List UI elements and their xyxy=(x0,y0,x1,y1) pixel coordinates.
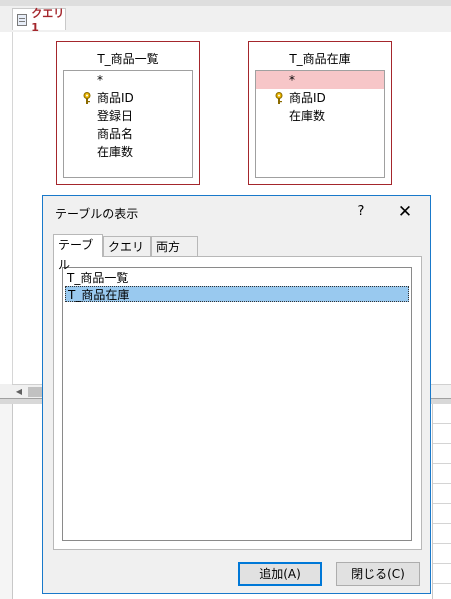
tab-tables[interactable]: テーブル xyxy=(53,234,103,272)
add-button[interactable]: 追加(A) xyxy=(238,562,322,586)
table-title: T_商品一覧 xyxy=(97,52,159,66)
help-button[interactable]: ? xyxy=(350,202,372,222)
scroll-left-arrow-icon[interactable]: ◀ xyxy=(12,385,26,399)
field-list[interactable]: * 商品ID 在庫数 xyxy=(255,70,385,178)
field-item-zaiko-su[interactable]: 在庫数 xyxy=(64,143,192,161)
field-item-all[interactable]: * xyxy=(256,71,384,89)
document-tab-query1[interactable]: クエリ1 xyxy=(12,7,66,34)
dialog-title: テーブルの表示 xyxy=(55,207,139,221)
field-item-shohin-id[interactable]: 商品ID xyxy=(64,89,192,107)
document-tab-bar xyxy=(0,6,451,33)
show-table-dialog: テーブルの表示 ? ✕ テーブル クエリ 両方 T_商品一覧 T_商品在庫 追加… xyxy=(42,195,431,594)
field-item-all[interactable]: * xyxy=(64,71,192,89)
tab-both[interactable]: 両方 xyxy=(151,236,198,256)
list-item[interactable]: T_商品一覧 xyxy=(65,270,409,286)
table-title: T_商品在庫 xyxy=(289,52,351,66)
field-item-shohin-mei[interactable]: 商品名 xyxy=(64,125,192,143)
design-left-margin xyxy=(0,32,13,384)
document-tab-label: クエリ1 xyxy=(31,7,65,34)
table-listbox[interactable]: T_商品一覧 T_商品在庫 xyxy=(62,267,412,541)
close-icon[interactable]: ✕ xyxy=(393,202,417,222)
field-item-shohin-id[interactable]: 商品ID xyxy=(256,89,384,107)
design-grid-column[interactable] xyxy=(432,404,451,599)
field-item-toroku-bi[interactable]: 登録日 xyxy=(64,107,192,125)
primary-key-icon xyxy=(83,92,91,104)
dialog-tabs: テーブル クエリ 両方 xyxy=(53,234,423,272)
close-button[interactable]: 閉じる(C) xyxy=(336,562,420,586)
tab-queries[interactable]: クエリ xyxy=(103,236,151,256)
tab-panel: T_商品一覧 T_商品在庫 xyxy=(53,256,422,550)
field-item-zaiko-su[interactable]: 在庫数 xyxy=(256,107,384,125)
query-icon xyxy=(17,13,28,26)
table-list-t-shohin-zaiko[interactable]: T_商品在庫 * 商品ID 在庫数 xyxy=(248,41,392,185)
primary-key-icon xyxy=(275,92,283,104)
list-item[interactable]: T_商品在庫 xyxy=(65,286,409,302)
design-grid-row-headers xyxy=(0,404,13,599)
table-list-t-shohin-ichiran[interactable]: T_商品一覧 * 商品ID 登録日 商品名 在庫数 xyxy=(56,41,200,185)
field-list[interactable]: * 商品ID 登録日 商品名 在庫数 xyxy=(63,70,193,178)
